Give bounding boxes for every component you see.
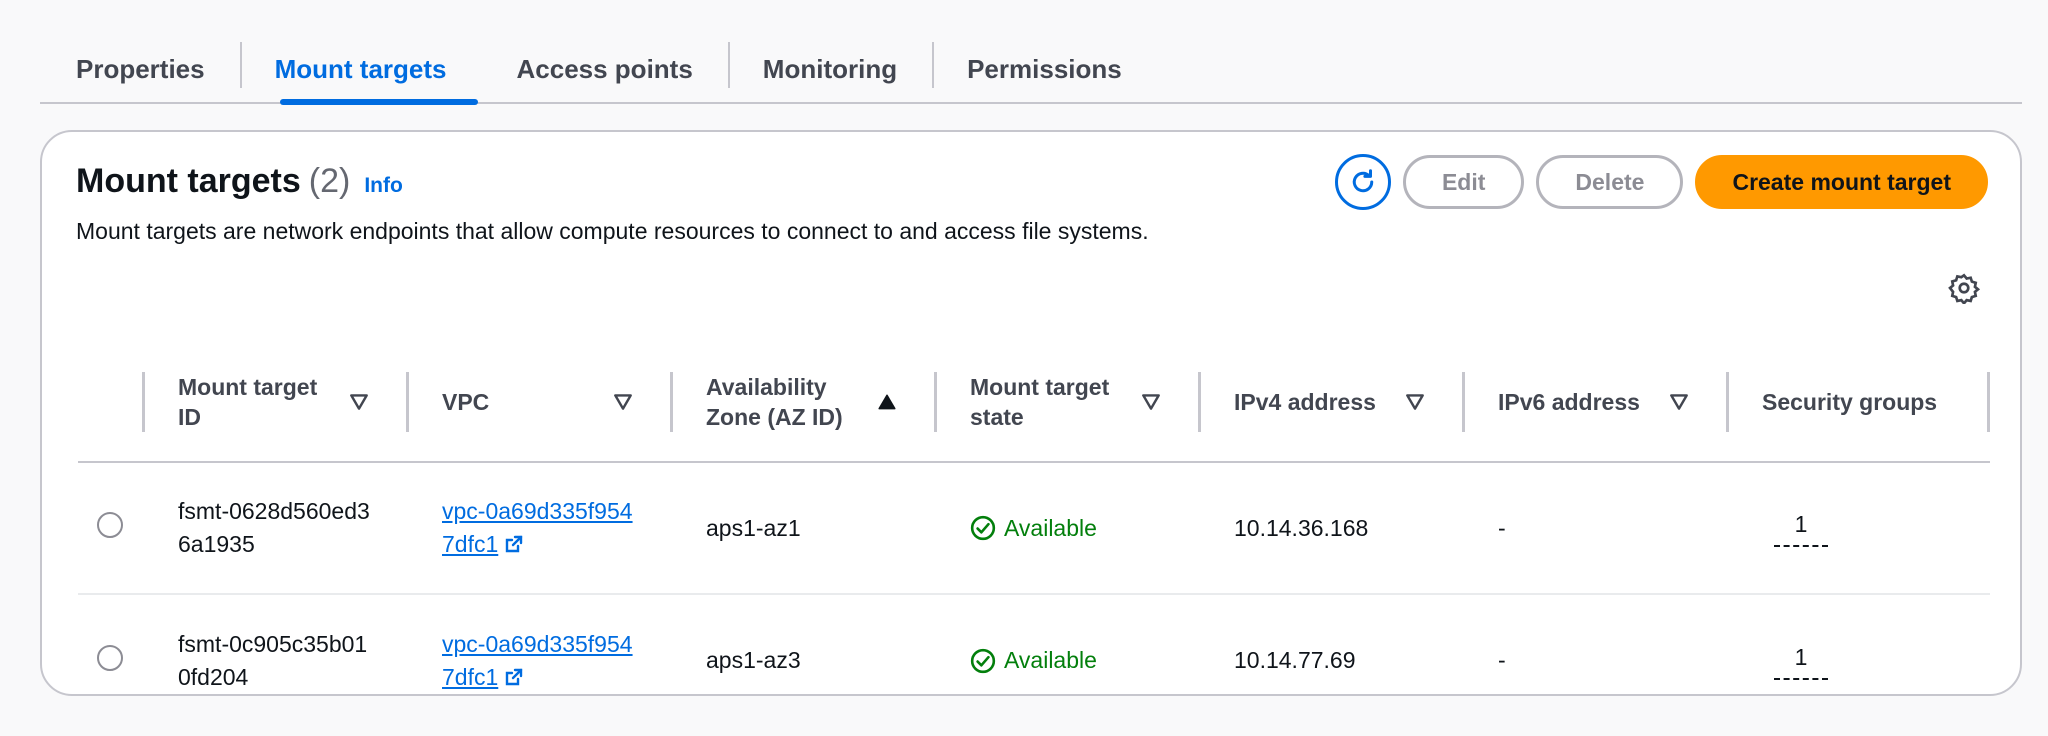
- mount-target-id: fsmt-0628d560ed36a1935: [178, 498, 370, 557]
- status-badge: Available: [970, 647, 1198, 674]
- delete-button[interactable]: Delete: [1536, 155, 1684, 209]
- column-header-mount-target-id[interactable]: Mount target ID: [142, 342, 406, 463]
- column-header-availability-zone[interactable]: Availability Zone (AZ ID): [670, 342, 934, 463]
- table-row[interactable]: fsmt-0c905c35b010fd204 vpc-0a69d335f9547…: [78, 594, 1990, 726]
- info-link[interactable]: Info: [364, 174, 402, 198]
- ipv6-address-cell: -: [1498, 647, 1506, 673]
- availability-zone-cell: aps1-az1: [670, 462, 934, 595]
- row-select-radio[interactable]: [97, 512, 123, 538]
- sort-desc-icon: [350, 393, 368, 410]
- vpc-cell: vpc-0a69d335f9547dfc1: [406, 462, 670, 595]
- column-header-ipv6-address[interactable]: IPv6 address: [1462, 342, 1726, 463]
- column-header-security-groups[interactable]: Security groups: [1726, 342, 1990, 463]
- ipv4-address-cell: 10.14.77.69: [1234, 647, 1356, 673]
- security-groups-cell: 1: [1726, 462, 1990, 595]
- panel-header: Mount targets (2) Info: [76, 162, 403, 201]
- vpc-link[interactable]: vpc-0a69d335f9547dfc1: [442, 628, 642, 694]
- column-header-ipv4-address[interactable]: IPv4 address: [1198, 342, 1462, 463]
- column-header-vpc[interactable]: VPC: [406, 342, 670, 463]
- external-link-icon: [506, 668, 523, 685]
- mount-target-state-cell: Available: [934, 594, 1198, 726]
- tab-permissions[interactable]: Permissions: [932, 36, 1157, 102]
- panel-description: Mount targets are network endpoints that…: [76, 218, 1149, 244]
- mount-target-id-cell: fsmt-0628d560ed36a1935: [142, 462, 406, 595]
- security-groups-count[interactable]: 1: [1726, 509, 1876, 547]
- create-mount-target-button[interactable]: Create mount target: [1695, 155, 1988, 209]
- refresh-button[interactable]: [1334, 154, 1391, 210]
- security-groups-count[interactable]: 1: [1726, 642, 1876, 680]
- external-link-icon: [506, 535, 523, 553]
- row-select-cell: [78, 594, 142, 726]
- edit-button[interactable]: Edit: [1402, 155, 1525, 209]
- panel-count: (2): [308, 162, 351, 200]
- mount-targets-table: Mount target ID VPC Availability Zone (A…: [78, 342, 1990, 726]
- sort-desc-icon: [1142, 393, 1160, 410]
- sort-desc-icon: [614, 393, 632, 410]
- tab-properties[interactable]: Properties: [40, 36, 240, 102]
- row-select-cell: [78, 462, 142, 595]
- panel-title: Mount targets: [76, 162, 301, 200]
- availability-zone-cell: aps1-az3: [706, 647, 801, 673]
- table-row[interactable]: fsmt-0628d560ed36a1935 vpc-0a69d335f9547…: [78, 462, 1990, 595]
- table-header-row: Mount target ID VPC Availability Zone (A…: [78, 342, 1990, 463]
- tab-monitoring[interactable]: Monitoring: [727, 36, 932, 102]
- refresh-icon: [1352, 169, 1374, 193]
- panel-actions: Edit Delete Create mount target: [1334, 154, 1988, 210]
- sort-asc-icon: [878, 394, 896, 409]
- ipv4-address-cell: 10.14.36.168: [1198, 462, 1462, 595]
- sort-desc-icon: [1406, 393, 1424, 410]
- select-column-header: [78, 342, 142, 463]
- column-header-mount-target-state[interactable]: Mount target state: [934, 342, 1198, 463]
- mount-target-state-cell: Available: [934, 462, 1198, 595]
- row-select-radio[interactable]: [97, 644, 123, 671]
- mount-target-id: fsmt-0c905c35b010fd204: [178, 630, 368, 690]
- tab-bar: Properties Mount targets Access points M…: [40, 36, 2022, 105]
- check-circle-icon: [970, 648, 996, 673]
- ipv6-address-cell: -: [1462, 462, 1726, 595]
- mount-targets-panel: Mount targets (2) Info Mount targets are…: [40, 130, 2022, 696]
- security-groups-cell: 1: [1726, 594, 1990, 726]
- status-badge: Available: [970, 515, 1198, 542]
- mount-target-id-cell: fsmt-0c905c35b010fd204: [142, 594, 406, 726]
- check-circle-icon: [970, 515, 996, 541]
- vpc-link[interactable]: vpc-0a69d335f9547dfc1: [442, 495, 642, 561]
- vpc-cell: vpc-0a69d335f9547dfc1: [406, 594, 670, 726]
- tab-mount-targets[interactable]: Mount targets: [239, 36, 482, 105]
- gear-icon[interactable]: [1948, 272, 1980, 304]
- sort-desc-icon: [1670, 393, 1688, 410]
- tab-access-points[interactable]: Access points: [482, 36, 728, 102]
